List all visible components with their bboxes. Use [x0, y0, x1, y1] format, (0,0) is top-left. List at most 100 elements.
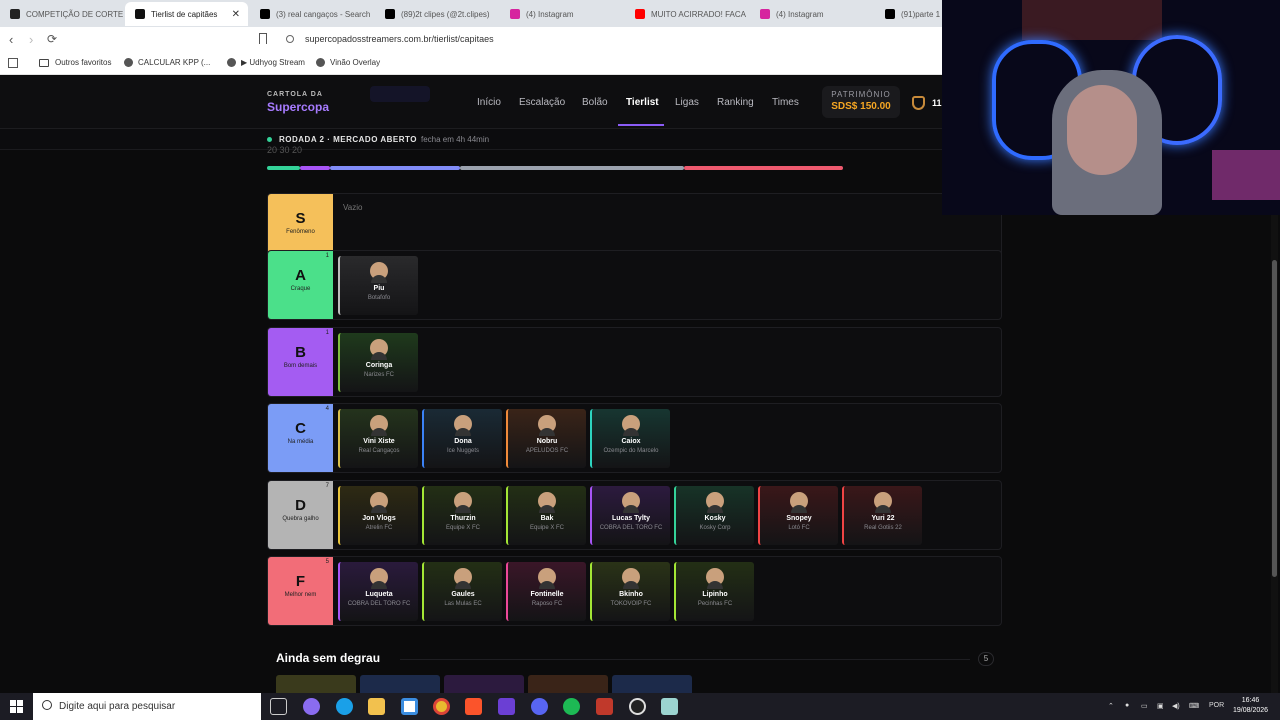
keyboard-icon[interactable]: ⌨: [1189, 702, 1199, 710]
page-scrollbar[interactable]: [1271, 215, 1278, 693]
captain-card[interactable]: Nobru APELUDOS FC: [506, 409, 586, 468]
logo-top-text[interactable]: CARTOLA DA: [267, 91, 323, 98]
player-avatar: [454, 568, 472, 589]
tier-empty-text: Vazio: [343, 203, 363, 212]
tab-favicon-icon: [385, 9, 395, 19]
captain-card[interactable]: Caiox Ozempic do Marcelo: [590, 409, 670, 468]
bookmark-udhyog[interactable]: ▶ Udhyog Stream: [227, 58, 305, 67]
tier-count: 7: [325, 483, 329, 489]
reload-button[interactable]: ⟳: [47, 32, 57, 46]
vegas-icon[interactable]: [498, 698, 515, 715]
round-status: RODADA 2 · MERCADO ABERTO: [279, 135, 417, 144]
captain-team: Las Mulas EC: [444, 601, 482, 607]
nav-ligas[interactable]: Ligas: [675, 97, 699, 108]
windows-start-icon[interactable]: [10, 700, 23, 713]
browser-tab[interactable]: (3) real cangaços - Search: [250, 2, 373, 26]
unranked-captain-card[interactable]: [360, 675, 440, 693]
nav-bolao[interactable]: Bolão: [582, 97, 608, 108]
unranked-captain-card[interactable]: [276, 675, 356, 693]
stripe-segment: [330, 166, 460, 170]
bookmark-other-favorites[interactable]: Outros favoritos: [39, 58, 111, 67]
captain-card[interactable]: Piu Botafofo: [338, 256, 418, 315]
streamer-face: [1067, 85, 1137, 175]
captain-card[interactable]: Thurzin Equipe X FC: [422, 486, 502, 545]
bookmark-kpp[interactable]: CALCULAR KPP (...: [124, 58, 210, 67]
bookmark-icon[interactable]: [259, 33, 267, 44]
browser-tab[interactable]: (4) Instagram: [500, 2, 623, 26]
captain-name: Nobru: [536, 438, 558, 445]
url-field[interactable]: supercopadosstreamers.com.br/tierlist/ca…: [305, 34, 494, 44]
tab-title: (91)parte 1 | y: [901, 9, 942, 19]
captain-card[interactable]: Dona Ice Nuggets: [422, 409, 502, 468]
taskbar-search-placeholder: Digite aqui para pesquisar: [59, 701, 176, 712]
player-avatar: [370, 415, 388, 436]
edge-icon[interactable]: [336, 698, 353, 715]
network-icon[interactable]: ▣: [1157, 702, 1164, 710]
captain-card[interactable]: Lucas Tylty COBRA DEL TORO FC: [590, 486, 670, 545]
captain-card[interactable]: Snopey Lotó FC: [758, 486, 838, 545]
obs-icon[interactable]: [629, 698, 646, 715]
file-explorer-icon[interactable]: [368, 698, 385, 715]
captain-card[interactable]: Bkinho TOKOVOIP FC: [590, 562, 670, 621]
unranked-captain-card[interactable]: [528, 675, 608, 693]
unranked-captain-card[interactable]: [612, 675, 692, 693]
tab-favicon-icon: [760, 9, 770, 19]
scroll-thumb[interactable]: [1272, 260, 1277, 577]
nav-times[interactable]: Times: [772, 97, 799, 108]
captain-card[interactable]: Luqueta COBRA DEL TORO FC: [338, 562, 418, 621]
browser-tab[interactable]: MUITO ACIRRADO! FACA: [625, 2, 748, 26]
tab-favicon-icon: [135, 9, 145, 19]
nav-tierlist[interactable]: Tierlist: [626, 97, 659, 108]
taskbar-search[interactable]: Digite aqui para pesquisar: [33, 693, 261, 720]
volume-icon[interactable]: ◀): [1172, 702, 1180, 710]
copilot-icon[interactable]: [303, 698, 320, 715]
captain-card[interactable]: Fontinelle Raposo FC: [506, 562, 586, 621]
unranked-captain-card[interactable]: [444, 675, 524, 693]
tier-subtitle: Fenômeno: [286, 229, 315, 235]
captain-card[interactable]: Coringa Narizes FC: [338, 333, 418, 392]
brave-icon[interactable]: [465, 698, 482, 715]
mic-icon[interactable]: ●: [1125, 702, 1129, 709]
close-tab-icon[interactable]: ✕: [232, 9, 240, 20]
nav-inicio[interactable]: Início: [477, 97, 501, 108]
captain-card[interactable]: Jon Vlogs Atrelin FC: [338, 486, 418, 545]
captain-team: Kosky Corp: [699, 525, 731, 531]
chrome-icon[interactable]: [433, 698, 450, 715]
background-lights: [1212, 150, 1280, 200]
captain-card[interactable]: Vini Xiste Real Cangaços: [338, 409, 418, 468]
browser-tab[interactable]: (4) Instagram: [750, 2, 873, 26]
browser-tab[interactable]: Tierlist de capitães ✕: [125, 2, 248, 26]
patrimonio-box: PATRIMÔNIO SDS$ 150.00: [822, 86, 900, 118]
apps-grid-icon[interactable]: [8, 58, 18, 68]
voicemod-icon[interactable]: [596, 698, 613, 715]
captain-name: Snopey: [786, 515, 812, 522]
logo-main-text[interactable]: Supercopa: [267, 100, 329, 114]
task-view-icon[interactable]: [270, 698, 287, 715]
browser-tab[interactable]: COMPETIÇÃO DE CORTES: [0, 2, 123, 26]
player-avatar: [370, 262, 388, 283]
spotify-icon[interactable]: [563, 698, 580, 715]
back-button[interactable]: ‹: [9, 32, 13, 47]
display-icon[interactable]: ▭: [1141, 702, 1148, 710]
store-icon[interactable]: [401, 698, 418, 715]
captain-card[interactable]: Lipinho Pecinhas FC: [674, 562, 754, 621]
notepad-icon[interactable]: [661, 698, 678, 715]
site-info-icon[interactable]: [286, 35, 294, 43]
browser-tab[interactable]: (89)2t clipes (@2t.clipes): [375, 2, 498, 26]
language-indicator[interactable]: POR: [1209, 702, 1224, 709]
discord-icon[interactable]: [531, 698, 548, 715]
shield-icon[interactable]: [912, 96, 925, 110]
taskbar-clock[interactable]: 16:46 19/08/2026: [1233, 696, 1268, 716]
forward-button[interactable]: ›: [29, 32, 33, 47]
captain-card[interactable]: Gaules Las Mulas EC: [422, 562, 502, 621]
captain-card[interactable]: Yuri 22 Real Gotiis 22: [842, 486, 922, 545]
captain-name: Piu: [373, 285, 385, 292]
tier-letter: C: [295, 420, 306, 437]
tray-chevron-icon[interactable]: ⌃: [1108, 702, 1114, 710]
nav-escalacao[interactable]: Escalação: [519, 97, 565, 108]
nav-ranking[interactable]: Ranking: [717, 97, 754, 108]
captain-card[interactable]: Kosky Kosky Corp: [674, 486, 754, 545]
browser-tab[interactable]: (91)parte 1 | y: [875, 2, 942, 26]
bookmark-vinao[interactable]: Vinão Overlay: [316, 58, 380, 67]
captain-card[interactable]: Bak Equipe X FC: [506, 486, 586, 545]
